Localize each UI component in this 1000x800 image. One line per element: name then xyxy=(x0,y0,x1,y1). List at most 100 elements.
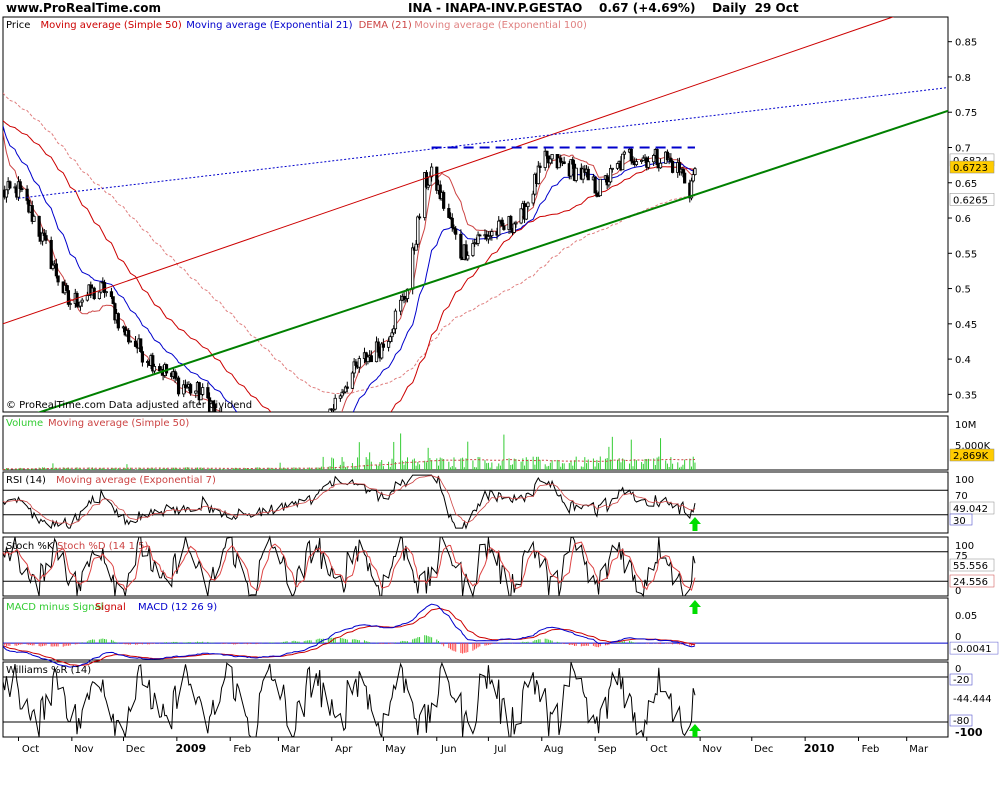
candle-body xyxy=(454,228,458,235)
y-tick-label: 0.4 xyxy=(955,355,971,366)
up-arrow-icon xyxy=(688,517,701,531)
candle-body xyxy=(466,255,470,260)
candle-body xyxy=(260,454,262,465)
candle-body xyxy=(56,275,60,283)
candle-body xyxy=(652,155,656,163)
y-tick-label: 100 xyxy=(955,475,974,486)
candle-body xyxy=(243,434,245,445)
trendline xyxy=(3,17,895,325)
candle-body xyxy=(350,372,355,389)
y-tick-label: 30 xyxy=(953,516,966,527)
x-tick-label: Mar xyxy=(281,744,301,755)
candle-body xyxy=(490,231,494,237)
candle-body xyxy=(670,160,675,173)
legend-item: Moving average (Exponential 21) xyxy=(186,20,352,31)
last-value-label: 2,869K xyxy=(953,451,989,462)
candle-body xyxy=(226,419,228,420)
candle-body xyxy=(693,168,697,175)
candle-body xyxy=(258,454,260,460)
candle-body xyxy=(609,168,613,183)
candle-body xyxy=(524,206,528,220)
candle-body xyxy=(669,157,673,162)
candle-body xyxy=(279,476,281,480)
candle-body xyxy=(399,299,403,312)
x-tick-label: Aug xyxy=(544,744,564,755)
legend-item: DEMA (21) xyxy=(359,20,412,31)
candle-body xyxy=(538,165,542,168)
candle-body xyxy=(526,202,530,207)
x-tick-label: Sep xyxy=(598,744,617,755)
panel-frame xyxy=(2,16,949,413)
stock-chart: Oct Nov Dec 2009 Feb Mar Apr May Jun Jul Aug Sep Oct… xyxy=(2,16,999,755)
candle-body xyxy=(327,423,329,429)
candle-body xyxy=(509,216,513,229)
candle-body xyxy=(51,264,55,269)
legend-item: MACD (12 26 9) xyxy=(138,602,217,613)
y-tick-label: -20 xyxy=(953,675,969,686)
y-tick-label: 0.35 xyxy=(955,390,977,401)
candle-body xyxy=(306,459,308,461)
legend-item: Moving average (Exponential 100) xyxy=(414,20,587,31)
candle-body xyxy=(442,192,446,209)
candle-body xyxy=(681,168,685,174)
candle-body xyxy=(562,161,566,164)
candle-body xyxy=(298,473,300,479)
candle-body xyxy=(25,188,29,201)
candle-body xyxy=(102,282,107,294)
x-tick-label: Dec xyxy=(754,744,773,755)
legend-item: Moving average (Simple 50) xyxy=(41,20,182,31)
candle-body xyxy=(646,161,651,168)
x-tick-label: 2009 xyxy=(176,742,207,755)
last-value-label: 0.6723 xyxy=(953,163,988,174)
candle-body xyxy=(164,364,169,374)
candle-body xyxy=(536,165,540,184)
candle-body xyxy=(199,394,203,401)
y-tick-label: 0.65 xyxy=(955,179,977,190)
x-tick-label: Mar xyxy=(909,744,929,755)
candle-body xyxy=(255,463,257,464)
x-tick-label: May xyxy=(385,744,406,755)
candle-body xyxy=(621,153,625,171)
candle-body xyxy=(201,387,205,395)
x-tick-label: Jun xyxy=(440,744,457,755)
candle-body xyxy=(54,263,58,277)
candle-body xyxy=(607,181,611,186)
candle-body xyxy=(319,435,321,436)
candle-body xyxy=(447,208,451,218)
candle-body xyxy=(224,421,226,429)
candle-body xyxy=(305,461,307,464)
candle-body xyxy=(428,176,432,186)
candle-body xyxy=(598,178,602,197)
candle-body xyxy=(32,215,36,222)
candle-body xyxy=(320,435,322,442)
legend-item: RSI (14) xyxy=(6,475,46,486)
candle-body xyxy=(497,220,501,236)
candle-body xyxy=(376,341,380,353)
candle-body xyxy=(417,216,422,219)
last-value-label: 55.556 xyxy=(953,561,988,572)
candle-body xyxy=(296,474,298,479)
candle-body xyxy=(381,343,386,348)
legend-item: Moving average (Exponential 7) xyxy=(56,475,216,486)
legend-item: Volume xyxy=(6,418,43,429)
x-tick-label: Oct xyxy=(650,744,667,755)
candle-body xyxy=(571,159,575,165)
candle-body xyxy=(366,356,370,363)
macd-line xyxy=(2,603,696,668)
candle-body xyxy=(531,193,535,204)
candle-body xyxy=(4,189,9,198)
candle-body xyxy=(232,435,234,443)
candle-body xyxy=(622,151,626,155)
candle-body xyxy=(615,163,620,169)
candle-body xyxy=(550,154,554,160)
y-tick-label: 70 xyxy=(955,491,968,502)
candle-body xyxy=(610,167,614,170)
y-tick-label: 0.5 xyxy=(955,285,971,296)
trendline xyxy=(37,109,948,412)
candle-body xyxy=(262,455,264,466)
last-value-label: -0.0041 xyxy=(953,644,992,655)
candle-body xyxy=(414,243,418,251)
candle-body xyxy=(116,313,120,329)
candle-body xyxy=(471,243,475,256)
candle-body xyxy=(173,371,177,379)
